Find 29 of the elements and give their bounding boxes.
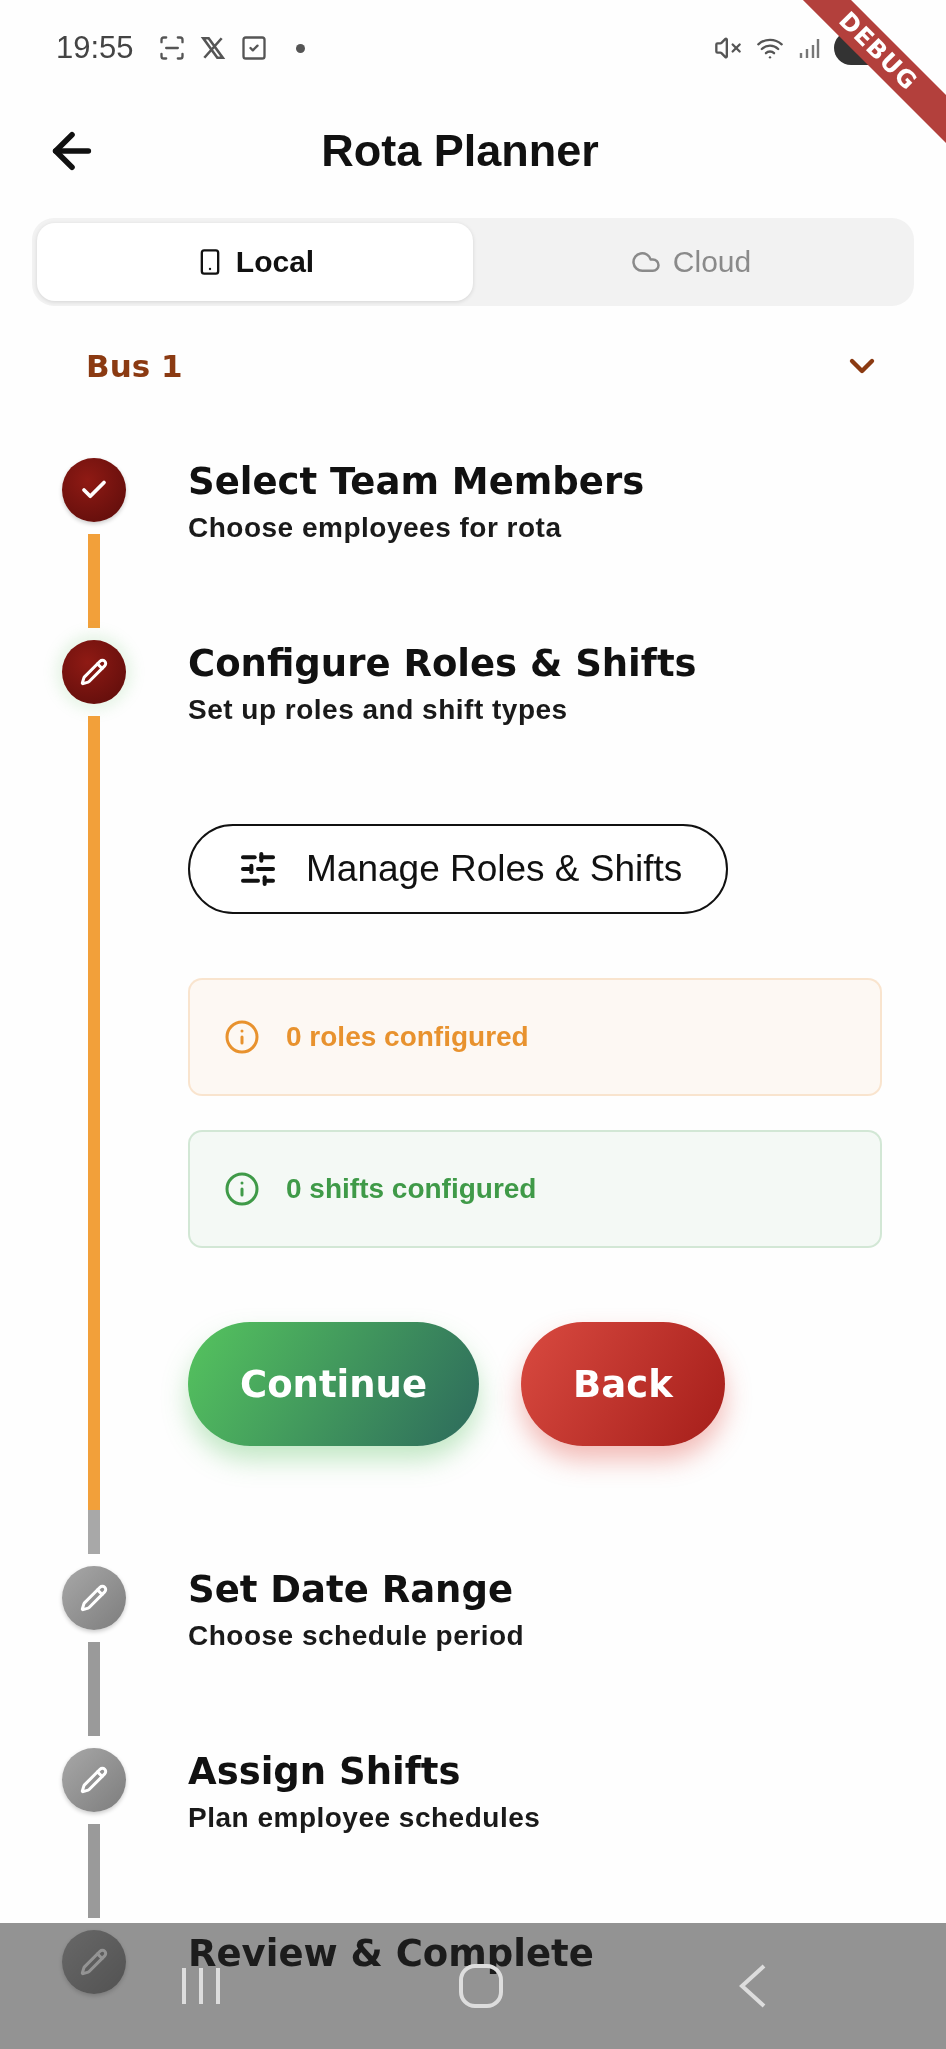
x-logo-icon <box>199 35 226 61</box>
pencil-icon <box>80 1766 108 1794</box>
back-button[interactable]: Back <box>521 1322 725 1446</box>
business-name: Bus 1 <box>86 348 183 384</box>
notice-text: 0 roles configured <box>286 1021 529 1053</box>
pencil-icon <box>80 1584 108 1612</box>
manage-roles-button[interactable]: Manage Roles & Shifts <box>188 824 729 914</box>
pencil-icon <box>80 1948 108 1976</box>
storage-tab[interactable]: Local <box>37 223 473 301</box>
business-dropdown[interactable]: Bus 1 <box>86 336 882 396</box>
step-title[interactable]: Review & Complete <box>188 1930 882 1978</box>
checkbox-icon <box>239 34 268 62</box>
step-subtitle: Set up roles and shift types <box>188 694 569 726</box>
pencil-icon <box>80 658 108 686</box>
sliders-icon <box>238 849 278 889</box>
signal-icon <box>798 36 820 60</box>
screenshot-icon <box>157 34 186 62</box>
step-title[interactable]: Configure Roles & Shifts <box>188 640 882 688</box>
continue-button[interactable]: Continue <box>188 1322 480 1446</box>
step-title[interactable]: Select Team Members <box>188 458 882 506</box>
step-subtitle: Choose schedule period <box>188 1620 526 1652</box>
status-time: 19:55 <box>56 30 134 66</box>
step-subtitle: Choose employees for rota <box>188 512 563 544</box>
notice-text: 0 shifts configured <box>286 1173 537 1205</box>
dot-icon <box>295 43 305 53</box>
step-title[interactable]: Assign Shifts <box>188 1748 882 1796</box>
step-title[interactable]: Set Date Range <box>188 1566 882 1614</box>
step-subtitle: Plan employee schedules <box>188 1802 542 1834</box>
page-title: Rota Planner <box>320 125 600 177</box>
